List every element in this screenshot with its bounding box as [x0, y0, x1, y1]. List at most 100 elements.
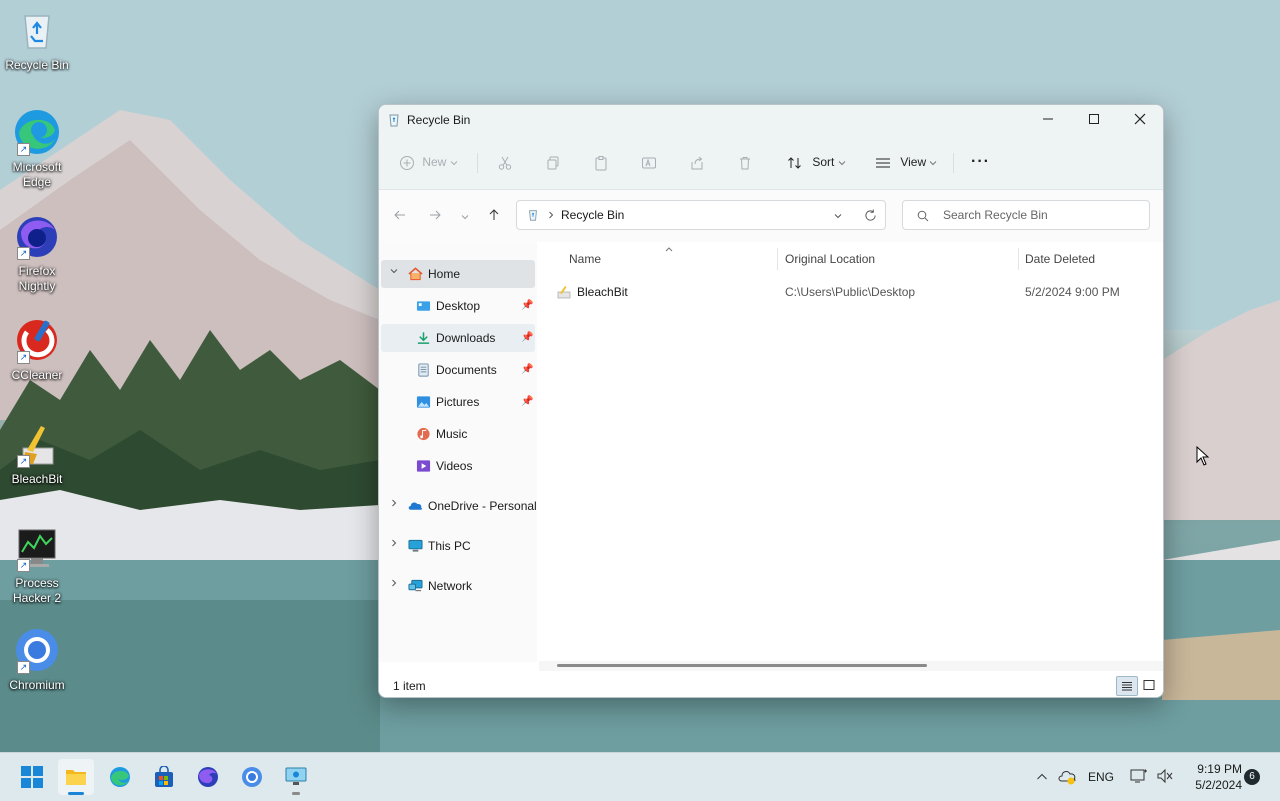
refresh-icon[interactable]: [864, 209, 877, 222]
details-view-button[interactable]: [1116, 676, 1138, 696]
chevron-down-icon[interactable]: [833, 211, 843, 221]
search-box[interactable]: [902, 200, 1150, 230]
chromium-icon: ↗: [13, 626, 61, 674]
desktop-icon-label: CCleaner: [11, 368, 63, 382]
process-hacker-icon: ↗: [13, 524, 61, 572]
file-explorer-window: Recycle Bin New Sort View ··· Recycle Bi…: [378, 104, 1164, 698]
taskbar-chromium[interactable]: [234, 759, 270, 795]
nav-item-onedrive[interactable]: OneDrive - Personal: [381, 492, 537, 520]
desktop-icon-bleachbit[interactable]: ↗ BleachBit: [4, 420, 70, 487]
arrow-left-icon: [394, 210, 405, 220]
desktop-icon-label: BleachBit: [11, 472, 63, 486]
nav-item-videos[interactable]: Videos: [381, 452, 535, 480]
nav-item-desktop[interactable]: Desktop 📌: [381, 292, 535, 320]
nav-item-pictures[interactable]: Pictures 📌: [381, 388, 535, 416]
shortcut-arrow-icon: ↗: [17, 559, 30, 572]
chevron-right-icon[interactable]: [389, 572, 399, 600]
nav-item-label: Documents: [436, 363, 497, 377]
network-monitor-icon[interactable]: [1130, 768, 1148, 784]
onedrive-status-icon[interactable]: [1058, 769, 1076, 785]
file-name-cell: BleachBit: [577, 285, 628, 299]
chevron-right-icon: [549, 211, 554, 219]
cut-button[interactable]: [497, 149, 513, 175]
start-button[interactable]: [14, 759, 50, 795]
view-lines-icon: [876, 158, 890, 168]
minimize-button[interactable]: [1025, 105, 1071, 135]
taskbar-microsoft-store[interactable]: [146, 759, 182, 795]
volume-muted-icon[interactable]: [1156, 768, 1174, 784]
nav-item-home[interactable]: Home: [381, 260, 535, 288]
desktop-icon-recycle-bin[interactable]: Recycle Bin: [4, 6, 70, 73]
delete-button[interactable]: [737, 149, 753, 175]
tiles-view-button[interactable]: [1140, 676, 1160, 694]
nav-item-label: Pictures: [436, 395, 480, 409]
maximize-button[interactable]: [1071, 105, 1117, 135]
address-bar[interactable]: Recycle Bin: [516, 200, 886, 230]
paste-button[interactable]: [593, 149, 609, 175]
nav-item-label: Videos: [436, 459, 473, 473]
desktop-icon-chromium[interactable]: ↗ Chromium: [4, 626, 70, 693]
column-header-name[interactable]: Name: [569, 252, 601, 266]
copy-icon: [547, 156, 559, 170]
active-indicator: [68, 792, 84, 795]
taskbar: ENG 9:19 PM 5/2/2024 6: [0, 752, 1280, 801]
chevron-up-icon[interactable]: [1036, 771, 1048, 783]
pin-icon[interactable]: 📌: [521, 292, 533, 320]
pin-icon[interactable]: 📌: [521, 388, 533, 416]
shortcut-arrow-icon: ↗: [17, 661, 30, 674]
scrollbar-thumb[interactable]: [557, 664, 927, 667]
taskbar-remote-desktop[interactable]: [278, 759, 314, 795]
up-button[interactable]: [483, 206, 505, 228]
clock-date: 5/2/2024: [1195, 778, 1242, 792]
nav-item-network[interactable]: Network: [381, 572, 535, 600]
chevron-right-icon[interactable]: [389, 532, 399, 560]
language-indicator[interactable]: ENG: [1088, 770, 1114, 784]
clock[interactable]: 9:19 PM 5/2/2024: [1180, 761, 1242, 793]
pin-icon[interactable]: 📌: [521, 324, 533, 352]
address-path-segment[interactable]: Recycle Bin: [561, 208, 624, 222]
search-icon: [917, 210, 929, 222]
table-row[interactable]: BleachBit C:\Users\Public\Desktop 5/2/20…: [555, 280, 1155, 304]
desktop-icon-microsoft-edge[interactable]: ↗ Microsoft Edge: [4, 108, 70, 190]
nav-item-label: Home: [428, 267, 461, 281]
taskbar-file-explorer[interactable]: [58, 759, 94, 795]
network-icon: [408, 579, 423, 592]
back-button[interactable]: [389, 206, 411, 228]
sort-button[interactable]: Sort: [787, 149, 846, 175]
taskbar-firefox-nightly[interactable]: [190, 759, 226, 795]
more-options-button[interactable]: ···: [971, 149, 990, 175]
chevron-down-icon[interactable]: [389, 260, 399, 288]
forward-button[interactable]: [424, 206, 446, 228]
notification-badge[interactable]: 6: [1244, 769, 1260, 785]
horizontal-scrollbar[interactable]: [539, 661, 1163, 671]
pin-icon[interactable]: 📌: [521, 356, 533, 384]
desktop-folder-icon: [416, 301, 431, 311]
taskbar-edge[interactable]: [102, 759, 138, 795]
desktop-icon-ccleaner[interactable]: ↗ CCleaner: [4, 316, 70, 383]
share-button[interactable]: [689, 149, 705, 175]
column-header-original-location[interactable]: Original Location: [785, 252, 875, 266]
nav-item-documents[interactable]: Documents 📌: [381, 356, 535, 384]
ccleaner-icon: ↗: [13, 316, 61, 364]
title-bar[interactable]: Recycle Bin: [379, 105, 1163, 135]
recent-locations-button[interactable]: [454, 206, 476, 228]
chevron-right-icon[interactable]: [389, 492, 399, 520]
column-header-date-deleted[interactable]: Date Deleted: [1025, 252, 1095, 266]
divider: [477, 153, 478, 173]
column-separator[interactable]: [1018, 248, 1019, 270]
copy-button[interactable]: [545, 149, 561, 175]
desktop-icon-process-hacker[interactable]: ↗ Process Hacker 2: [4, 524, 70, 606]
recycle-bin-small-icon: [389, 114, 399, 127]
search-input[interactable]: [941, 207, 1145, 223]
new-button[interactable]: New: [399, 149, 458, 175]
desktop-icon-firefox-nightly[interactable]: ↗ Firefox Nightly: [4, 212, 70, 294]
nav-item-music[interactable]: Music: [381, 420, 535, 448]
arrow-right-icon: [430, 210, 441, 220]
clock-time: 9:19 PM: [1197, 762, 1242, 776]
nav-item-downloads[interactable]: Downloads 📌: [381, 324, 535, 352]
column-separator[interactable]: [777, 248, 778, 270]
view-button[interactable]: View: [875, 149, 937, 175]
close-button[interactable]: [1117, 105, 1163, 135]
nav-item-this-pc[interactable]: This PC: [381, 532, 535, 560]
rename-button[interactable]: [641, 149, 657, 175]
